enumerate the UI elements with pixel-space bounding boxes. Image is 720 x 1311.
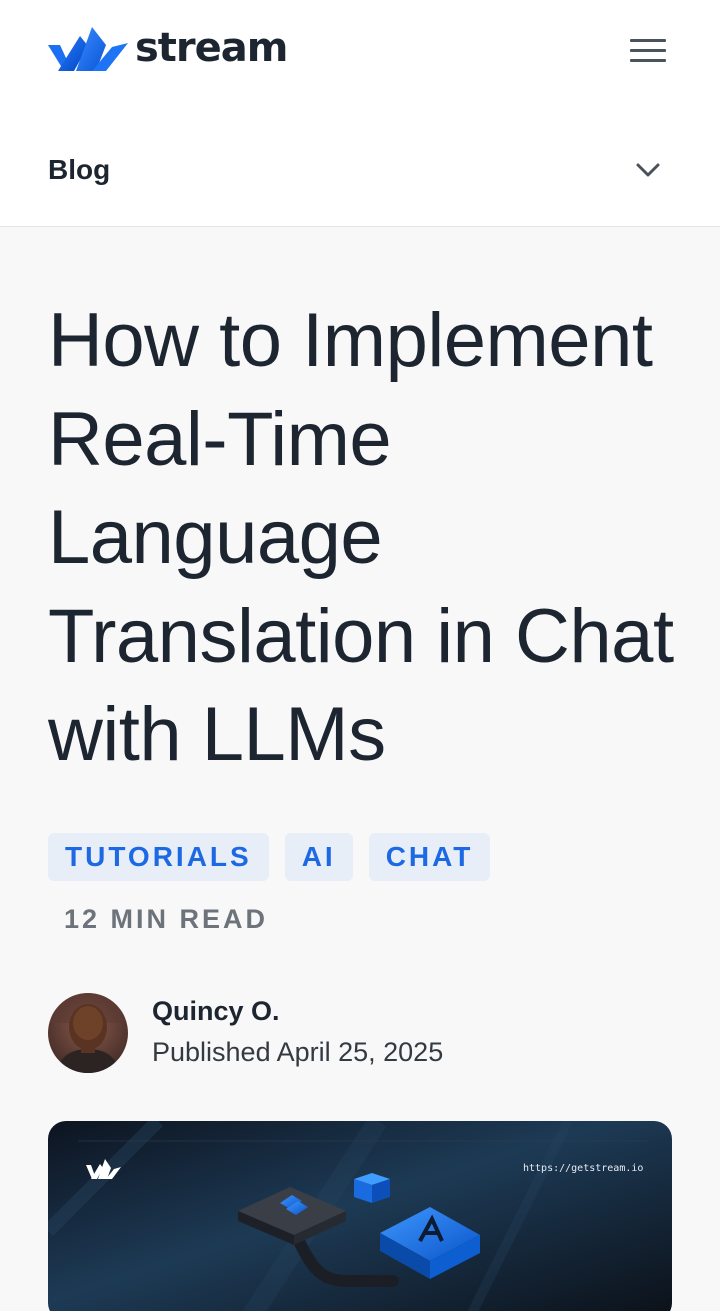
hero-image: https://getstream.io [48, 1121, 672, 1311]
section-label: Blog [48, 154, 111, 185]
stream-logo-link[interactable]: stream [48, 22, 288, 74]
author-name[interactable]: Quincy O. [152, 996, 280, 1027]
tag-tutorials[interactable]: TUTORIALS [48, 833, 269, 881]
tag-chat[interactable]: CHAT [368, 833, 491, 881]
hero-url-text: https://getstream.io [523, 1163, 644, 1174]
chevron-down-icon[interactable] [630, 156, 666, 186]
hamburger-menu-icon[interactable] [626, 34, 670, 66]
author-avatar [48, 993, 128, 1073]
site-header: stream [0, 0, 720, 110]
logo-text: stream [135, 25, 288, 71]
tag-ai[interactable]: AI [284, 833, 353, 881]
article-title: How to Implement Real-Time Language Tran… [48, 298, 674, 777]
tag-list: TUTORIALS AI CHAT [48, 833, 491, 881]
publish-date: Published April 25, 2025 [152, 1037, 444, 1067]
stream-logo-icon [48, 27, 128, 71]
read-time: 12 MIN READ [64, 904, 269, 934]
blog-section-nav[interactable]: Blog [0, 110, 720, 227]
